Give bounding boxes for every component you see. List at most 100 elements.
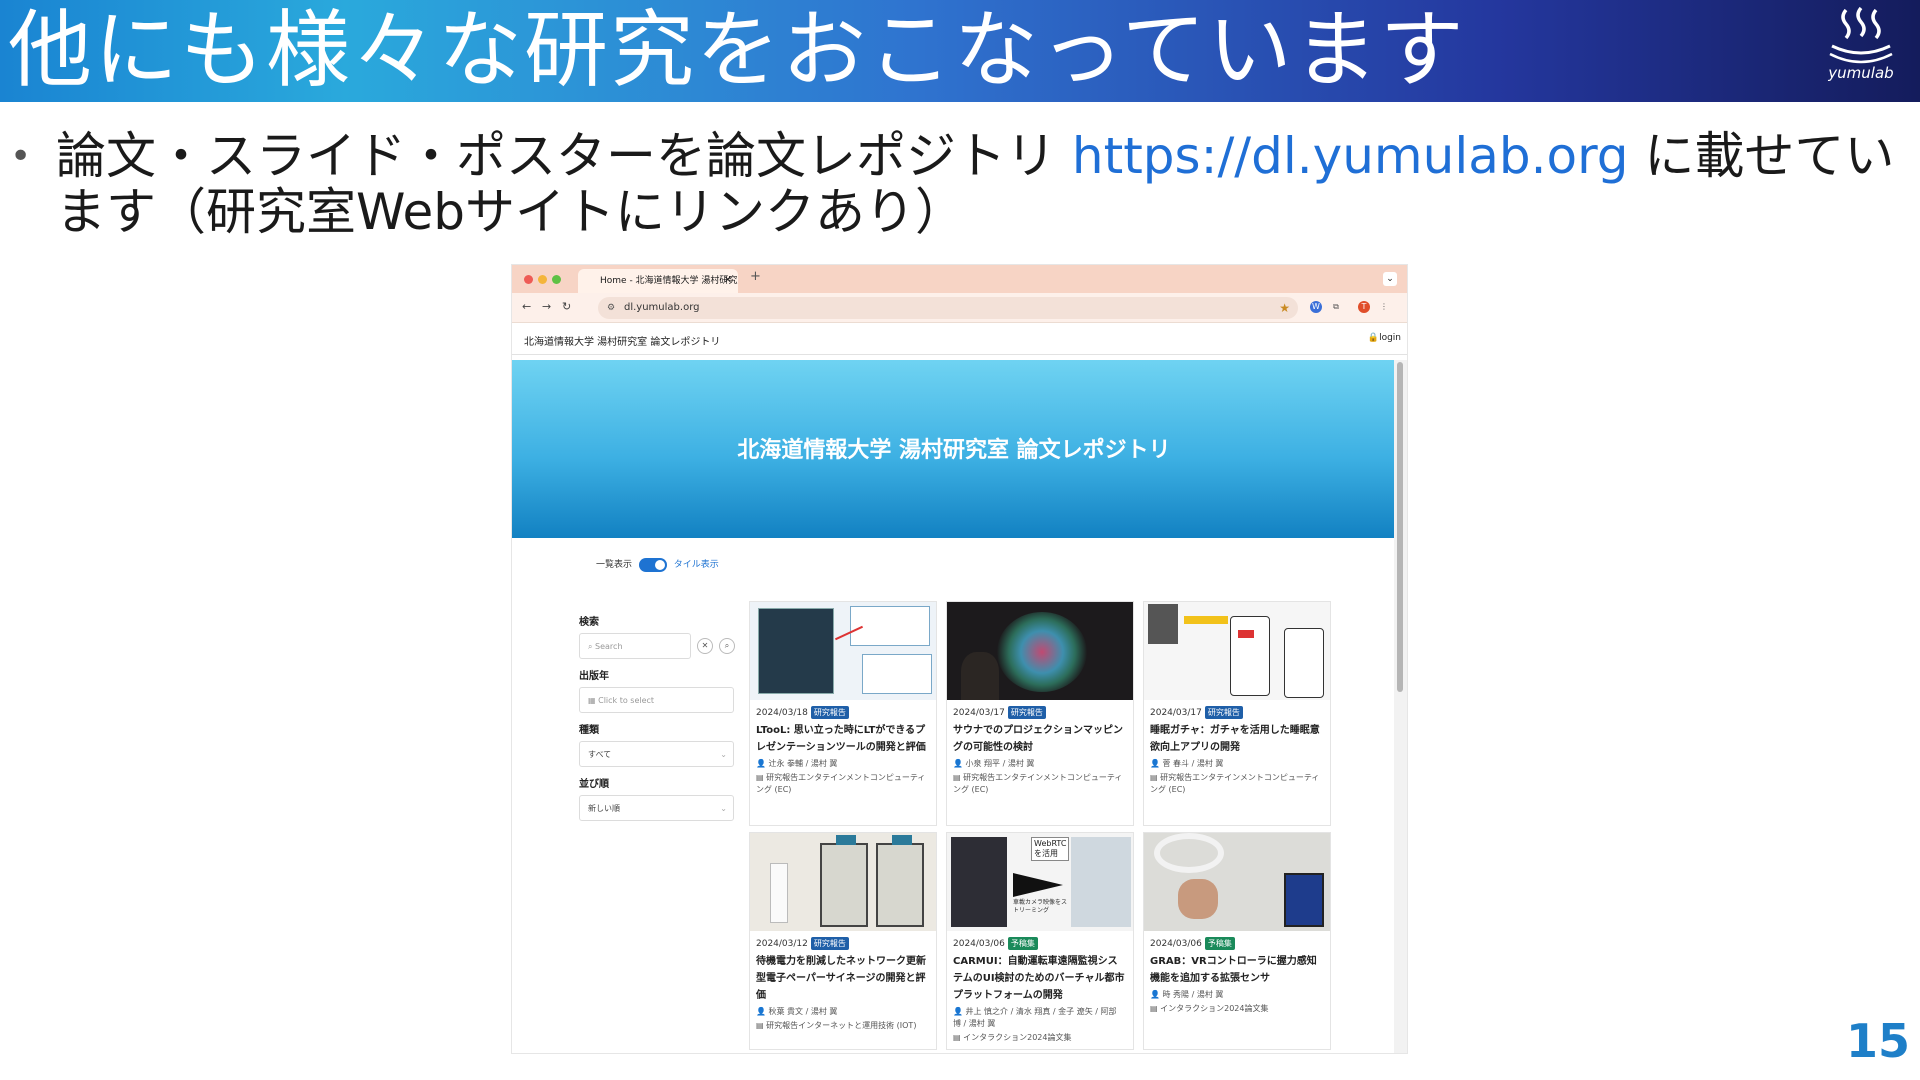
venue-text: 研究報告エンタテインメントコンピューティング (EC) <box>953 773 1123 794</box>
card-authors: 👤 時 秀陽 / 湯村 翼 <box>1150 990 1224 999</box>
thumb-epaper <box>820 843 868 927</box>
search-submit-icon[interactable]: ⌕ <box>719 638 735 654</box>
status-badge: 予稿集 <box>1204 937 1235 950</box>
card-body: 2024/03/17 研究報告 睡眠ガチャ：ガチャを活用した睡眠意欲向上アプリの開… <box>1144 700 1330 800</box>
search-input[interactable]: ⌕ Search <box>579 633 691 659</box>
thumb-screen <box>758 608 834 694</box>
thumb-arrow <box>1184 616 1228 624</box>
logo-text: yumulab <box>1828 64 1894 82</box>
minimize-window-icon[interactable] <box>538 275 547 284</box>
browser-tab[interactable]: Home - 北海道情報大学 湯村研究室 ✕ <box>578 269 738 293</box>
status-badge: 研究報告 <box>1204 706 1243 719</box>
card-venue: ▤ 研究報告エンタテインメントコンピューティング (EC) <box>953 773 1123 794</box>
card-venue: ▤ 研究報告エンタテインメントコンピューティング (EC) <box>756 773 926 794</box>
puzzle-extensions-icon[interactable]: ⧉ <box>1330 301 1342 313</box>
year-select[interactable]: ▦ Click to select <box>579 687 734 713</box>
thumb-window <box>862 654 932 694</box>
paper-thumbnail <box>947 602 1133 700</box>
paper-card[interactable]: 2024/03/12 研究報告 待機電力を削減したネットワーク更新型電子ペーパーサ… <box>749 832 937 1050</box>
venue-text: 研究報告インターネットと運用技術 (IOT) <box>766 1021 917 1030</box>
extension-icon[interactable]: W <box>1310 301 1322 313</box>
new-tab-icon[interactable]: + <box>750 269 761 284</box>
profile-avatar-icon[interactable]: T <box>1358 301 1370 313</box>
status-badge: 研究報告 <box>1007 706 1046 719</box>
thumb-epaper <box>876 843 924 927</box>
type-select[interactable]: すべて ⌄ <box>579 741 734 767</box>
chevron-down-icon: ⌄ <box>720 804 727 813</box>
authors-text: 秋葉 貴文 / 湯村 翼 <box>768 1007 838 1016</box>
thumb-person <box>961 652 999 700</box>
date-text: 2024/03/17 <box>1150 708 1202 718</box>
card-title[interactable]: 睡眠ガチャ：ガチャを活用した睡眠意欲向上アプリの開発 <box>1150 722 1324 756</box>
card-title[interactable]: 待機電力を削減したネットワーク更新型電子ペーパーサイネージの開発と評価 <box>756 953 930 1004</box>
thumb-label-box: WebRTC を活用 <box>1031 837 1070 861</box>
tile-view-label[interactable]: タイル表示 <box>674 560 719 570</box>
card-venue: ▤ 研究報告エンタテインメントコンピューティング (EC) <box>1150 773 1320 794</box>
repository-link[interactable]: https://dl.yumulab.org <box>1072 127 1629 185</box>
card-venue: ▤ 研究報告インターネットと運用技術 (IOT) <box>756 1021 917 1030</box>
reload-icon[interactable]: ↻ <box>562 300 571 313</box>
paper-card[interactable]: 2024/03/17 研究報告 サウナでのプロジェクションマッピングの可能性の検討… <box>946 601 1134 826</box>
browser-window: Home - 北海道情報大学 湯村研究室 ✕ + ⌄ ← → ↻ ⚙ dl.yu… <box>511 264 1408 1054</box>
card-authors: 👤 小泉 翔平 / 湯村 翼 <box>953 759 1035 768</box>
login-label: login <box>1379 333 1401 343</box>
thumb-label: WebRTC <box>1034 839 1067 848</box>
address-bar[interactable]: ⚙ dl.yumulab.org ★ <box>598 297 1298 319</box>
thumb-vr-controller <box>1154 833 1224 873</box>
status-badge: 予稿集 <box>1007 937 1038 950</box>
clear-search-icon[interactable]: ✕ <box>697 638 713 654</box>
browser-toolbar: ← → ↻ ⚙ dl.yumulab.org ★ W ⧉ T ⋮ <box>512 293 1407 323</box>
card-body: 2024/03/06 予稿集 CARMUI：自動運転車遠隔監視システムのUI検討の… <box>947 931 1133 1048</box>
thumb-marker <box>1238 630 1254 638</box>
scrollbar-thumb[interactable] <box>1397 362 1403 692</box>
status-badge: 研究報告 <box>810 706 849 719</box>
thumb-sensor-board <box>1284 873 1324 927</box>
card-authors: 👤 井上 慎之介 / 清水 翔真 / 金子 遼矢 / 阿部 博 / 湯村 翼 <box>953 1007 1117 1028</box>
card-title[interactable]: CARMUI：自動運転車遠隔監視システムのUI検討のためのバーチャル都市プラット… <box>953 953 1127 1004</box>
list-view-label[interactable]: 一覧表示 <box>596 560 632 570</box>
page-scrollbar[interactable] <box>1394 360 1407 1053</box>
type-label: 種類 <box>579 725 599 736</box>
paper-thumbnail <box>750 602 936 700</box>
view-mode-switch[interactable] <box>638 557 667 572</box>
card-venue: ▤ インタラクション2024論文集 <box>1150 1004 1269 1013</box>
paper-card[interactable]: 2024/03/17 研究報告 睡眠ガチャ：ガチャを活用した睡眠意欲向上アプリの開… <box>1143 601 1331 826</box>
close-window-icon[interactable] <box>524 275 533 284</box>
thumb-label: を活用 <box>1034 849 1058 858</box>
card-title[interactable]: LTooL: 思い立った時にLTができるプレゼンテーションツールの開発と評価 <box>756 722 930 756</box>
forward-arrow-icon[interactable]: → <box>542 300 551 313</box>
paper-thumbnail: WebRTC を活用 車載カメラ映像をストリーミング <box>947 833 1133 931</box>
maximize-window-icon[interactable] <box>552 275 561 284</box>
tab-close-icon[interactable]: ✕ <box>724 269 732 293</box>
year-placeholder: Click to select <box>598 696 655 705</box>
bookmark-star-icon[interactable]: ★ <box>1279 297 1290 319</box>
card-title[interactable]: サウナでのプロジェクションマッピングの可能性の検討 <box>953 722 1127 756</box>
login-link[interactable]: 🔒login <box>1368 333 1401 343</box>
calendar-icon: ▦ <box>588 696 599 705</box>
hero-banner: 北海道情報大学 湯村研究室 論文レポジトリ <box>512 360 1396 538</box>
date-text: 2024/03/06 <box>1150 939 1202 949</box>
card-authors: 👤 菅 春斗 / 湯村 翼 <box>1150 759 1224 768</box>
search-field-icon: ⌕ <box>588 642 596 651</box>
venue-text: インタラクション2024論文集 <box>1160 1004 1269 1013</box>
tab-list-chevron-icon[interactable]: ⌄ <box>1383 272 1397 286</box>
card-title[interactable]: GRAB：VRコントローラに握力感知機能を追加する拡張センサ <box>1150 953 1324 987</box>
type-value: すべて <box>588 750 612 759</box>
venue-text: 研究報告エンタテインメントコンピューティング (EC) <box>1150 773 1320 794</box>
paper-card[interactable]: 2024/03/06 予稿集 GRAB：VRコントローラに握力感知機能を追加する拡… <box>1143 832 1331 1050</box>
paper-thumbnail <box>1144 602 1330 700</box>
sort-select[interactable]: 新しい順 ⌄ <box>579 795 734 821</box>
yumulab-logo: yumulab <box>1816 6 1906 96</box>
back-arrow-icon[interactable]: ← <box>522 300 531 313</box>
slide-header: 他にも様々な研究をおこなっています yumulab <box>0 0 1920 102</box>
sort-label: 並び順 <box>579 779 609 790</box>
date-text: 2024/03/18 <box>756 708 808 718</box>
site-info-icon[interactable]: ⚙ <box>607 297 615 319</box>
paper-card[interactable]: WebRTC を活用 車載カメラ映像をストリーミング 2024/03/06 予稿集… <box>946 832 1134 1050</box>
card-date: 2024/03/17 研究報告 <box>953 706 1127 719</box>
paper-card[interactable]: 2024/03/18 研究報告 LTooL: 思い立った時にLTができるプレゼンテ… <box>749 601 937 826</box>
thumb-board <box>892 835 912 845</box>
year-label: 出版年 <box>579 671 609 682</box>
site-name[interactable]: 北海道情報大学 湯村研究室 論文レポジトリ <box>524 333 720 348</box>
browser-menu-icon[interactable]: ⋮ <box>1378 301 1390 313</box>
